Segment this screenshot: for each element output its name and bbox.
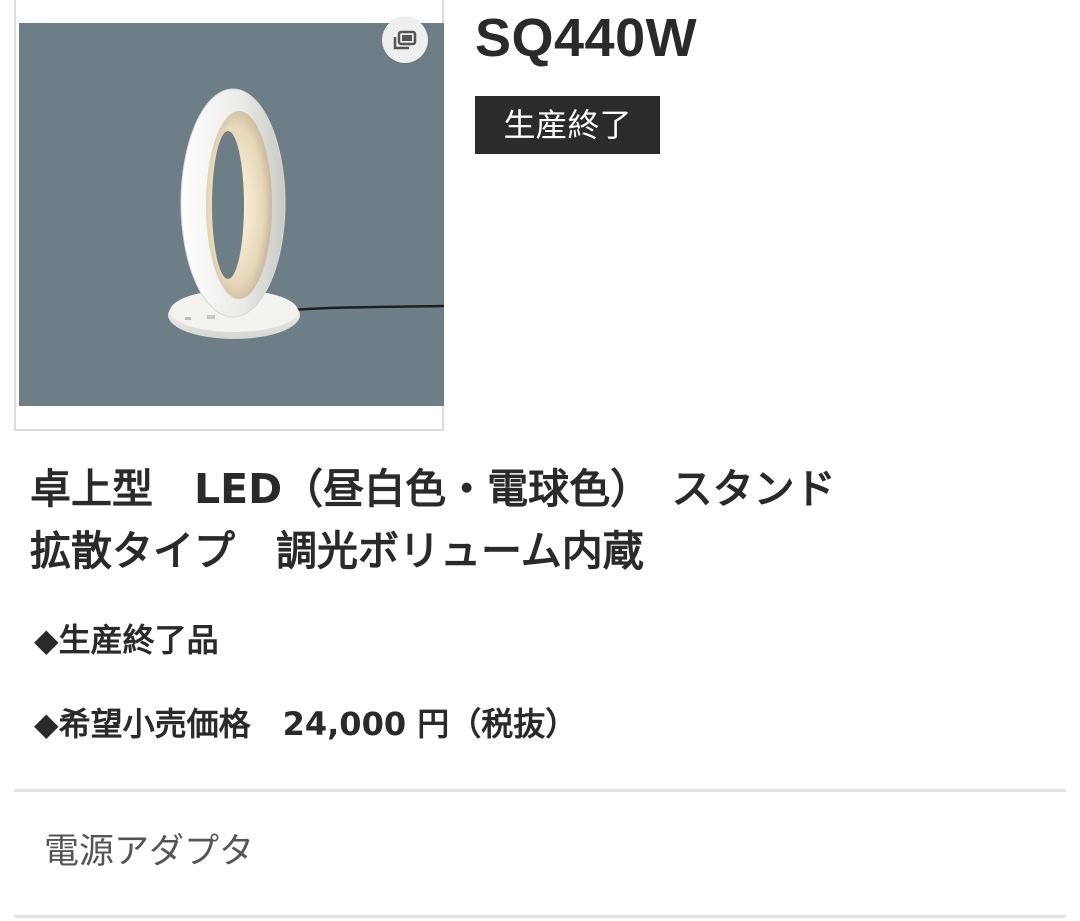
- product-title: 卓上型 LED（昼白色・電球色） スタンド 拡散タイプ 調光ボリューム内蔵: [30, 458, 1060, 582]
- expand-image-icon: [393, 30, 417, 50]
- discontinued-note: ◆生産終了品: [34, 621, 219, 659]
- product-image-frame[interactable]: [14, 0, 444, 431]
- model-number: SQ440W: [475, 8, 698, 68]
- price-line: ◆希望小売価格 24,000 円（税抜）: [34, 705, 578, 743]
- lamp-illustration: [168, 88, 444, 339]
- product-title-line1: 卓上型 LED（昼白色・電球色） スタンド: [30, 465, 836, 513]
- status-badge: 生産終了: [475, 96, 660, 154]
- accessory-item-power-adapter[interactable]: 電源アダプタ: [44, 828, 254, 876]
- product-detail-page: SQ440W 生産終了 卓上型 LED（昼白色・電球色） スタンド 拡散タイプ …: [0, 0, 1080, 921]
- divider: [14, 915, 1066, 918]
- expand-image-button[interactable]: [382, 17, 428, 63]
- product-image[interactable]: [19, 23, 444, 406]
- product-title-line2: 拡散タイプ 調光ボリューム内蔵: [30, 527, 644, 575]
- divider: [14, 789, 1066, 792]
